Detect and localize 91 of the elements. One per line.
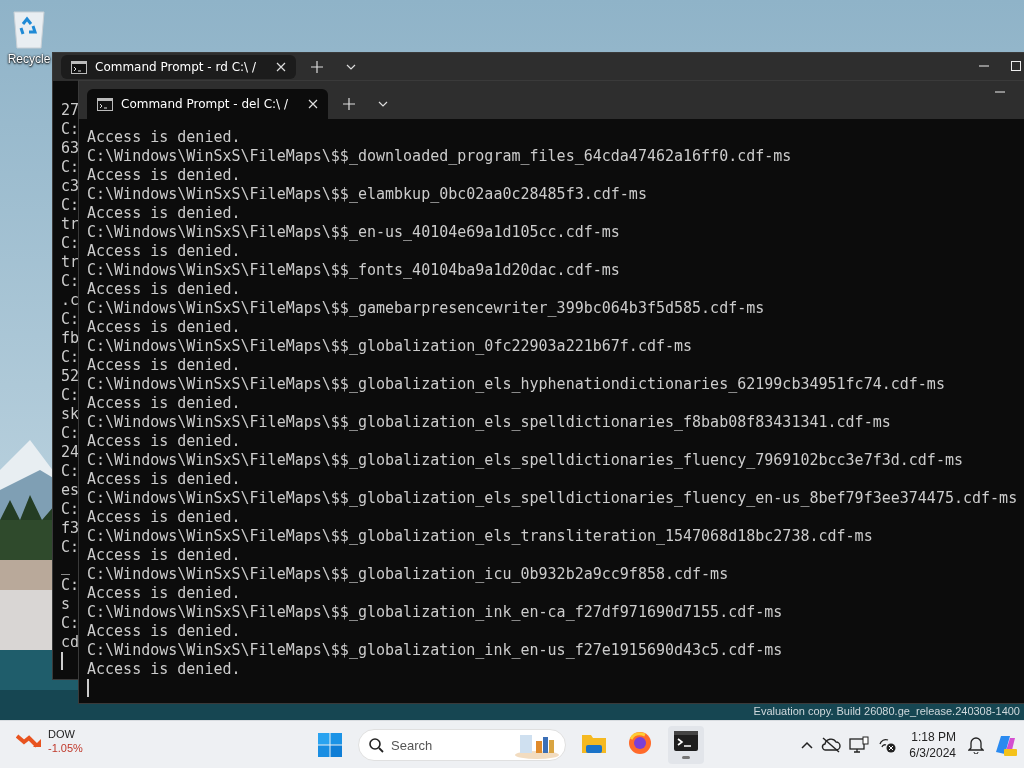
console-line: Access is denied. <box>87 166 241 185</box>
console-line: 27 <box>61 101 80 120</box>
clock-time: 1:18 PM <box>911 729 956 745</box>
console-line: C: <box>61 158 80 177</box>
monitor-icon[interactable] <box>849 736 870 754</box>
console-line: Access is denied. <box>87 584 241 603</box>
maximize-button[interactable] <box>1011 61 1021 71</box>
console-line: es <box>61 481 80 500</box>
console-line: C:\Windows\WinSxS\FileMaps\$$_globalization_ink_en-ca_f27df971690d7155.cdf-ms <box>87 603 783 622</box>
console-line: Access is denied. <box>87 622 241 641</box>
console-line: Access is denied. <box>87 204 241 223</box>
console-line: s <box>61 595 71 614</box>
terminal-icon <box>97 97 113 111</box>
console-line: C:\Windows\WinSxS\FileMaps\$$_globalization_0fc22903a221b67f.cdf-ms <box>87 337 693 356</box>
console-line: C: <box>61 196 80 215</box>
console-line: C: <box>61 310 80 329</box>
console-line: C:\Windows\WinSxS\FileMaps\$$_globalization_els_hyphenationdictionaries_62199cb34951fc74.cdf-ms <box>87 375 945 394</box>
watermark-text: Evaluation copy. Build 26080.ge_release.240308-1400 <box>753 705 1020 718</box>
console-line: 24 <box>61 443 80 462</box>
clock-date: 6/3/2024 <box>909 745 956 761</box>
terminal-tab[interactable]: Command Prompt - rd C:\ / <box>61 55 296 79</box>
console-line: C: <box>61 462 80 481</box>
search-icon <box>369 738 384 753</box>
console-line: Access is denied. <box>87 318 241 337</box>
console-line: cd <box>61 633 80 652</box>
console-line: Access is denied. <box>87 660 241 679</box>
console-line: C: <box>61 348 80 367</box>
console-line: C:\Windows\WinSxS\FileMaps\$$_globalization_icu_0b932b2a9cc9f858.cdf-ms <box>87 565 729 584</box>
console-line: Access is denied. <box>87 394 241 413</box>
close-icon[interactable] <box>307 99 318 109</box>
console-line: C: <box>61 576 80 595</box>
console-line: C:\Windows\WinSxS\FileMaps\$$_globalization_els_spelldictionaries_fluency_7969102bcc3e7f3d.cdf-ms <box>87 451 963 470</box>
console-line: sk <box>61 405 80 424</box>
console-line: Access is denied. <box>87 432 241 451</box>
console-line: C:\Windows\WinSxS\FileMaps\$$_en-us_40104e69a1d105cc.cdf-ms <box>87 223 620 242</box>
console-line: C:\Windows\WinSxS\FileMaps\$$_globalization_els_transliteration_1547068d18bc2738.cdf-ms <box>87 527 873 546</box>
console-line: Access is denied. <box>87 508 241 527</box>
console-line: C:\Windows\WinSxS\FileMaps\$$_globalization_els_spelldictionaries_f8bab08f83431341.cdf-ms <box>87 413 891 432</box>
console-line: C:\Windows\WinSxS\FileMaps\$$_downloaded_program_files_64cda47462a16ff0.cdf-ms <box>87 147 792 166</box>
console-line: C:\Windows\WinSxS\FileMaps\$$_globalization_ink_en-us_f27e1915690d43c5.cdf-ms <box>87 641 783 660</box>
network-status-icon[interactable] <box>877 736 898 754</box>
taskbar-app-button[interactable] <box>668 726 704 764</box>
console-line: C:\Windows\WinSxS\FileMaps\$$_elambkup_0bc02aa0c28485f3.cdf-ms <box>87 185 647 204</box>
console-line: C: <box>61 424 80 443</box>
minimize-icon <box>995 91 1005 93</box>
console-line: C: <box>61 500 80 519</box>
cloud-off-icon[interactable] <box>821 737 842 753</box>
chevron-up-icon[interactable] <box>801 741 814 749</box>
plus-icon <box>342 98 355 110</box>
recycle-bin-icon[interactable] <box>11 8 47 50</box>
console-line: 63 <box>61 139 80 158</box>
text-cursor <box>87 679 89 697</box>
console-line: C:\Windows\WinSxS\FileMaps\$$_gamebarpresencewriter_399bc064b3f5d585.cdf-ms <box>87 299 765 318</box>
widget-change: -1.05% <box>48 741 83 755</box>
bell-icon[interactable] <box>968 736 984 754</box>
console-line: C: <box>61 614 80 633</box>
maximize-icon <box>1011 61 1021 71</box>
console-line: C: <box>61 538 80 557</box>
console-line: tr <box>61 253 80 272</box>
console-line: 52 <box>61 367 80 386</box>
console-line: Access is denied. <box>87 242 241 261</box>
folder-icon <box>582 732 606 753</box>
console-line: tr <box>61 215 80 234</box>
terminal-tab[interactable]: Command Prompt - del C:\ / <box>87 89 328 119</box>
clock[interactable]: 1:18 PM 6/3/2024 <box>909 729 956 761</box>
chevron-down-icon <box>346 64 356 70</box>
minimize-icon <box>979 65 989 67</box>
console-line: Access is denied. <box>87 128 241 147</box>
console-line: C:\Windows\WinSxS\FileMaps\$$_fonts_40104ba9a1d20dac.cdf-ms <box>87 261 620 280</box>
console-line: C: <box>61 386 80 405</box>
console-line: c3 <box>61 177 80 196</box>
console-line: C: <box>61 272 80 291</box>
console-line: C: <box>61 120 80 139</box>
console-line: Access is denied. <box>87 280 241 299</box>
console-line: C:\Windows\WinSxS\FileMaps\$$_globalization_els_spelldictionaries_fluency_en-us_8bef79f3ee374475.cdf-ms <box>87 489 1018 508</box>
terminal-icon <box>71 60 87 74</box>
console-line: f3 <box>61 519 80 538</box>
console-line: .c <box>61 291 80 310</box>
text-cursor <box>61 652 63 670</box>
terminal-icon <box>674 731 698 751</box>
console-line: Access is denied. <box>87 356 241 375</box>
widget-title: DOW <box>48 727 76 741</box>
console-line: _ <box>61 557 71 576</box>
close-icon[interactable] <box>276 62 286 72</box>
console-line: C: <box>61 234 80 253</box>
console-line: fb <box>61 329 80 348</box>
desktop-icon-label: Recycle <box>7 52 51 66</box>
console-line: Access is denied. <box>87 470 241 489</box>
plus-icon <box>311 61 323 73</box>
console-line: Access is denied. <box>87 546 241 565</box>
chevron-down-icon <box>377 101 388 107</box>
